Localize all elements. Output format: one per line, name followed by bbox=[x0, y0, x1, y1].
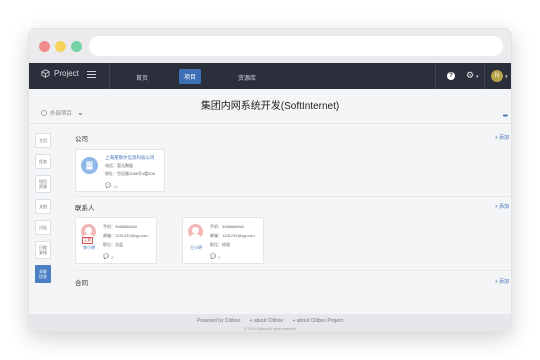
more-options-icon[interactable]: ••• bbox=[503, 113, 508, 120]
contact-email: 邮箱：1231232@qq.com bbox=[103, 233, 148, 238]
comment-icon: 💬 bbox=[103, 254, 110, 260]
address-bar[interactable] bbox=[89, 36, 503, 56]
company-phone: 电话：暂无数据 bbox=[105, 163, 133, 168]
add-company-button[interactable]: + 添加 bbox=[495, 134, 509, 141]
chevron-down-icon[interactable]: ▾ bbox=[505, 74, 508, 80]
footer-links: Powered by Citibox + about Citibox + abo… bbox=[29, 318, 511, 324]
company-address: 地址：世纪路1088号3楼308 bbox=[105, 171, 155, 176]
chevron-down-icon[interactable]: ⌄ bbox=[77, 108, 84, 117]
app-logo[interactable]: Project bbox=[41, 69, 79, 78]
contact-position: 职位：总监 bbox=[103, 242, 123, 247]
company-comments[interactable]: 💬 10 bbox=[105, 183, 118, 189]
header-divider bbox=[29, 123, 511, 124]
app-navbar: Project 首页 项目 资源库 ? ⚙ ▾ N ▾ bbox=[29, 63, 511, 89]
company-card[interactable]: 上海莱斯尔信息科技公司 电话：暂无数据 地址：世纪路1088号3楼308 💬 1… bbox=[75, 149, 165, 192]
nav-tab-projects[interactable]: 项目 bbox=[179, 69, 202, 84]
contact-avatar bbox=[188, 224, 203, 239]
comment-icon: 💬 bbox=[105, 183, 112, 189]
contact-email: 邮箱：1231232@qq.com bbox=[210, 233, 255, 238]
company-avatar bbox=[81, 157, 98, 174]
contact-card[interactable]: 王小明 手机：3986888942 邮箱：1231232@qq.com 职位：经… bbox=[182, 217, 264, 264]
side-tab-tasks[interactable]: 任务 bbox=[35, 154, 51, 169]
breadcrumb-label: 外部项目 bbox=[50, 110, 73, 117]
contact-comment-count: 2 bbox=[111, 254, 114, 260]
contact-comments[interactable]: 💬 2 bbox=[103, 254, 113, 260]
footer-copyright: © 2014 Citibox All rights reserved bbox=[244, 327, 296, 331]
contact-card[interactable]: 主要 李小明 手机：3986888942 邮箱：1231232@qq.com 职… bbox=[75, 217, 157, 264]
add-contact-button[interactable]: + 添加 bbox=[495, 203, 509, 210]
user-avatar[interactable]: N bbox=[491, 70, 503, 82]
browser-window: Project 首页 项目 资源库 ? ⚙ ▾ N ▾ 集团内网系统开发(Sof… bbox=[28, 28, 512, 332]
breadcrumb[interactable]: 外部项目 ⌄ bbox=[41, 108, 84, 117]
contact-name[interactable]: 王小明 bbox=[187, 245, 205, 251]
side-tab-schedule[interactable]: 日程 安排 bbox=[35, 241, 51, 259]
contact-phone: 手机：3986888942 bbox=[210, 224, 245, 229]
logo-text: Project bbox=[54, 69, 79, 78]
contact-position: 职位：经理 bbox=[210, 242, 230, 247]
section-divider bbox=[75, 270, 511, 271]
footer-powered-by[interactable]: Powered by Citibox bbox=[197, 318, 240, 324]
primary-contact-badge: 主要 bbox=[82, 237, 93, 244]
side-tab-resources[interactable]: 项目 资源 bbox=[35, 175, 51, 193]
comment-icon: 💬 bbox=[210, 254, 217, 260]
building-icon bbox=[86, 161, 93, 170]
side-tab-documents[interactable]: 文档 bbox=[35, 199, 51, 214]
nav-divider bbox=[109, 63, 110, 89]
section-title-contracts: 合同 bbox=[75, 280, 88, 287]
browser-chrome bbox=[29, 29, 511, 63]
circle-icon bbox=[41, 109, 47, 116]
nav-divider bbox=[484, 63, 485, 89]
help-icon[interactable]: ? bbox=[447, 72, 455, 80]
contact-comment-count: 2 bbox=[218, 254, 221, 260]
section-divider bbox=[75, 196, 511, 197]
side-tab-related-info[interactable]: 关联 信息 bbox=[35, 265, 51, 283]
close-window-button[interactable] bbox=[39, 41, 50, 52]
nav-tab-home[interactable]: 首页 bbox=[131, 70, 153, 85]
contact-phone: 手机：3986888942 bbox=[103, 224, 138, 229]
maximize-window-button[interactable] bbox=[71, 41, 82, 52]
contact-comments[interactable]: 💬 2 bbox=[210, 254, 220, 260]
footer-about-project-link[interactable]: + about Citibox Project bbox=[292, 318, 342, 324]
side-tab-list: 主页 任务 项目 资源 文档 讨论 日程 安排 关联 信息 bbox=[35, 133, 51, 289]
nav-tab-resources[interactable]: 资源库 bbox=[233, 70, 261, 85]
section-title-company: 公司 bbox=[75, 136, 88, 143]
add-contract-button[interactable]: + 添加 bbox=[495, 278, 509, 285]
page-footer: Powered by Citibox + about Citibox + abo… bbox=[29, 314, 511, 331]
cube-icon bbox=[41, 69, 50, 78]
nav-divider bbox=[435, 63, 436, 89]
side-tab-home[interactable]: 主页 bbox=[35, 133, 51, 148]
contact-name[interactable]: 李小明 bbox=[80, 245, 98, 251]
gear-icon[interactable]: ⚙ bbox=[466, 70, 474, 80]
side-tab-discussion[interactable]: 讨论 bbox=[35, 220, 51, 235]
footer-about-link[interactable]: + about Citibox bbox=[250, 318, 284, 324]
company-comment-count: 10 bbox=[113, 183, 118, 189]
page-title: 集团内网系统开发(SoftInternet) bbox=[200, 101, 340, 112]
company-name[interactable]: 上海莱斯尔信息科技公司 bbox=[105, 155, 155, 161]
minimize-window-button[interactable] bbox=[55, 41, 66, 52]
hamburger-menu-icon[interactable] bbox=[87, 71, 96, 79]
section-title-contacts: 联系人 bbox=[75, 205, 95, 212]
chevron-down-icon[interactable]: ▾ bbox=[476, 74, 479, 80]
